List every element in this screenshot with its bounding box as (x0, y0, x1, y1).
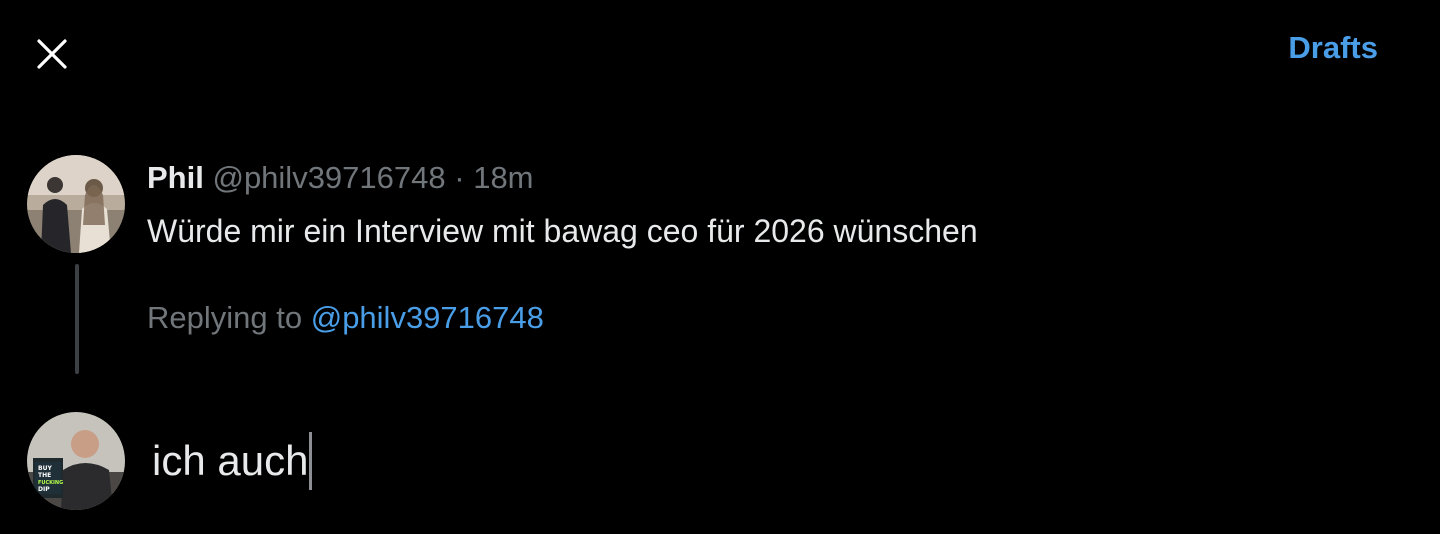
replying-to-line: Replying to @philv39716748 (147, 300, 544, 336)
tweet-timestamp[interactable]: 18m (473, 160, 533, 195)
tweet-author-handle[interactable]: @philv39716748 (212, 160, 445, 195)
text-caret (309, 432, 313, 490)
close-button[interactable] (30, 32, 74, 76)
own-avatar[interactable]: BUY THE FUCKING DIP (27, 412, 125, 510)
replying-to-label: Replying to (147, 300, 303, 335)
tweet-text: Würde mir ein Interview mit bawag ceo fü… (147, 213, 978, 249)
svg-text:BUY: BUY (38, 465, 52, 472)
svg-text:THE: THE (38, 472, 51, 479)
close-icon (37, 39, 67, 69)
thread-connector-line (75, 264, 79, 374)
reply-compose-input[interactable]: ich auch (152, 432, 313, 490)
tweet-header: Phil @philv39716748 · 18m (147, 160, 534, 196)
tweet-author-name[interactable]: Phil (147, 160, 204, 195)
reply-compose-text[interactable]: ich auch (152, 437, 308, 485)
user-avatar-icon (27, 155, 125, 253)
drafts-button[interactable]: Drafts (1288, 30, 1378, 66)
tweet-author-avatar[interactable] (27, 155, 125, 253)
tweet-meta-separator: · (454, 160, 465, 195)
svg-text:DIP: DIP (38, 486, 50, 493)
replying-to-handle[interactable]: @philv39716748 (311, 300, 544, 335)
own-avatar-icon: BUY THE FUCKING DIP (27, 412, 125, 510)
